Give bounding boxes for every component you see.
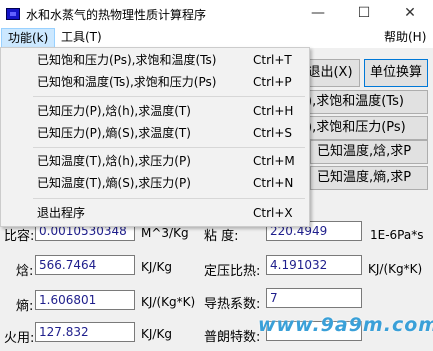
calc-pressure-entropy-button[interactable]: 已知温度,熵,求P (310, 166, 428, 190)
viscosity-unit: 1E-6Pa*s (370, 228, 424, 242)
specific-volume-label: 比容: (4, 229, 35, 244)
menu-item-exit-program[interactable]: 退出程序 Ctrl+X (2, 202, 308, 224)
title-bar: 水和水蒸气的热物理性质计算程序 — ☐ ✕ (0, 0, 433, 28)
menu-item-label: 已知温度(T),熵(S),求压力(P) (37, 176, 191, 190)
window-title: 水和水蒸气的热物理性质计算程序 (26, 8, 207, 22)
menu-item-label: 退出程序 (37, 206, 86, 220)
entropy-label: 熵: (16, 299, 34, 314)
menu-help[interactable]: 帮助(H) (378, 28, 432, 48)
menu-separator (33, 96, 305, 97)
menu-tools[interactable]: 工具(T) (55, 28, 108, 48)
entropy-field[interactable]: 1.606801 (35, 290, 135, 310)
viscosity-label: 粘 度: (204, 229, 239, 244)
menu-separator (33, 198, 305, 199)
entropy-unit: KJ/(Kg*K) (141, 295, 196, 309)
watermark: www.9a9m.com (258, 314, 433, 336)
menu-item-shortcut: Ctrl+P (253, 75, 292, 89)
menu-item-label: 已知饱和压力(Ps),求饱和温度(Ts) (37, 53, 217, 67)
cp-field[interactable]: 4.191032 (266, 255, 362, 275)
app-icon (6, 8, 20, 20)
menu-item-sat-temp[interactable]: 已知饱和压力(Ps),求饱和温度(Ts) Ctrl+T (2, 49, 308, 71)
prandtl-label: 普朗特数: (204, 330, 261, 345)
menu-function[interactable]: 功能(k) (1, 28, 56, 48)
unit-convert-button[interactable]: 单位换算 (364, 59, 428, 87)
conductivity-field[interactable]: 7 (266, 288, 362, 308)
menu-item-shortcut: Ctrl+T (253, 53, 292, 67)
exergy-field[interactable]: 127.832 (35, 322, 135, 342)
menu-item-temp-from-entropy[interactable]: 已知压力(P),熵(S),求温度(T) Ctrl+S (2, 122, 308, 144)
conductivity-label: 导热系数: (204, 297, 261, 312)
menu-item-label: 已知温度(T),焓(h),求压力(P) (37, 154, 191, 168)
function-menu-dropdown: 已知饱和压力(Ps),求饱和温度(Ts) Ctrl+T 已知饱和温度(Ts),求… (0, 47, 310, 227)
exergy-unit: KJ/Kg (141, 327, 172, 341)
menu-item-shortcut: Ctrl+M (253, 154, 295, 168)
menu-item-sat-pressure[interactable]: 已知饱和温度(Ts),求饱和压力(Ps) Ctrl+P (2, 71, 308, 93)
menu-separator (33, 147, 305, 148)
exergy-label: 火用: (4, 331, 35, 346)
menu-item-pressure-from-entropy[interactable]: 已知温度(T),熵(S),求压力(P) Ctrl+N (2, 172, 308, 194)
menu-item-pressure-from-enthalpy[interactable]: 已知温度(T),焓(h),求压力(P) Ctrl+M (2, 150, 308, 172)
menu-item-shortcut: Ctrl+S (253, 126, 293, 140)
minimize-button[interactable]: — (295, 0, 341, 28)
calc-sat-pressure-button[interactable]: ),求饱和压力(Ps) (300, 116, 428, 140)
close-button[interactable]: ✕ (387, 0, 433, 28)
maximize-button[interactable]: ☐ (341, 0, 387, 28)
specific-volume-unit: M^3/Kg (141, 226, 189, 240)
enthalpy-field[interactable]: 566.7464 (35, 255, 135, 275)
menu-item-shortcut: Ctrl+X (253, 206, 293, 220)
calc-sat-temp-button[interactable]: ),求饱和温度(Ts) (300, 90, 428, 114)
calc-pressure-enthalpy-button[interactable]: 已知温度,焓,求P (310, 140, 428, 164)
enthalpy-unit: KJ/Kg (141, 260, 172, 274)
menu-bar: 功能(k) 工具(T) 帮助(H) (0, 28, 433, 48)
enthalpy-label: 焓: (16, 264, 34, 279)
menu-item-label: 已知饱和温度(Ts),求饱和压力(Ps) (37, 75, 217, 89)
menu-item-temp-from-enthalpy[interactable]: 已知压力(P),焓(h),求温度(T) Ctrl+H (2, 100, 308, 122)
menu-item-shortcut: Ctrl+H (253, 104, 294, 118)
cp-label: 定压比热: (204, 264, 261, 279)
cp-unit: KJ/(Kg*K) (368, 262, 423, 276)
menu-item-label: 已知压力(P),焓(h),求温度(T) (37, 104, 191, 118)
menu-item-label: 已知压力(P),熵(S),求温度(T) (37, 126, 191, 140)
menu-item-shortcut: Ctrl+N (253, 176, 294, 190)
